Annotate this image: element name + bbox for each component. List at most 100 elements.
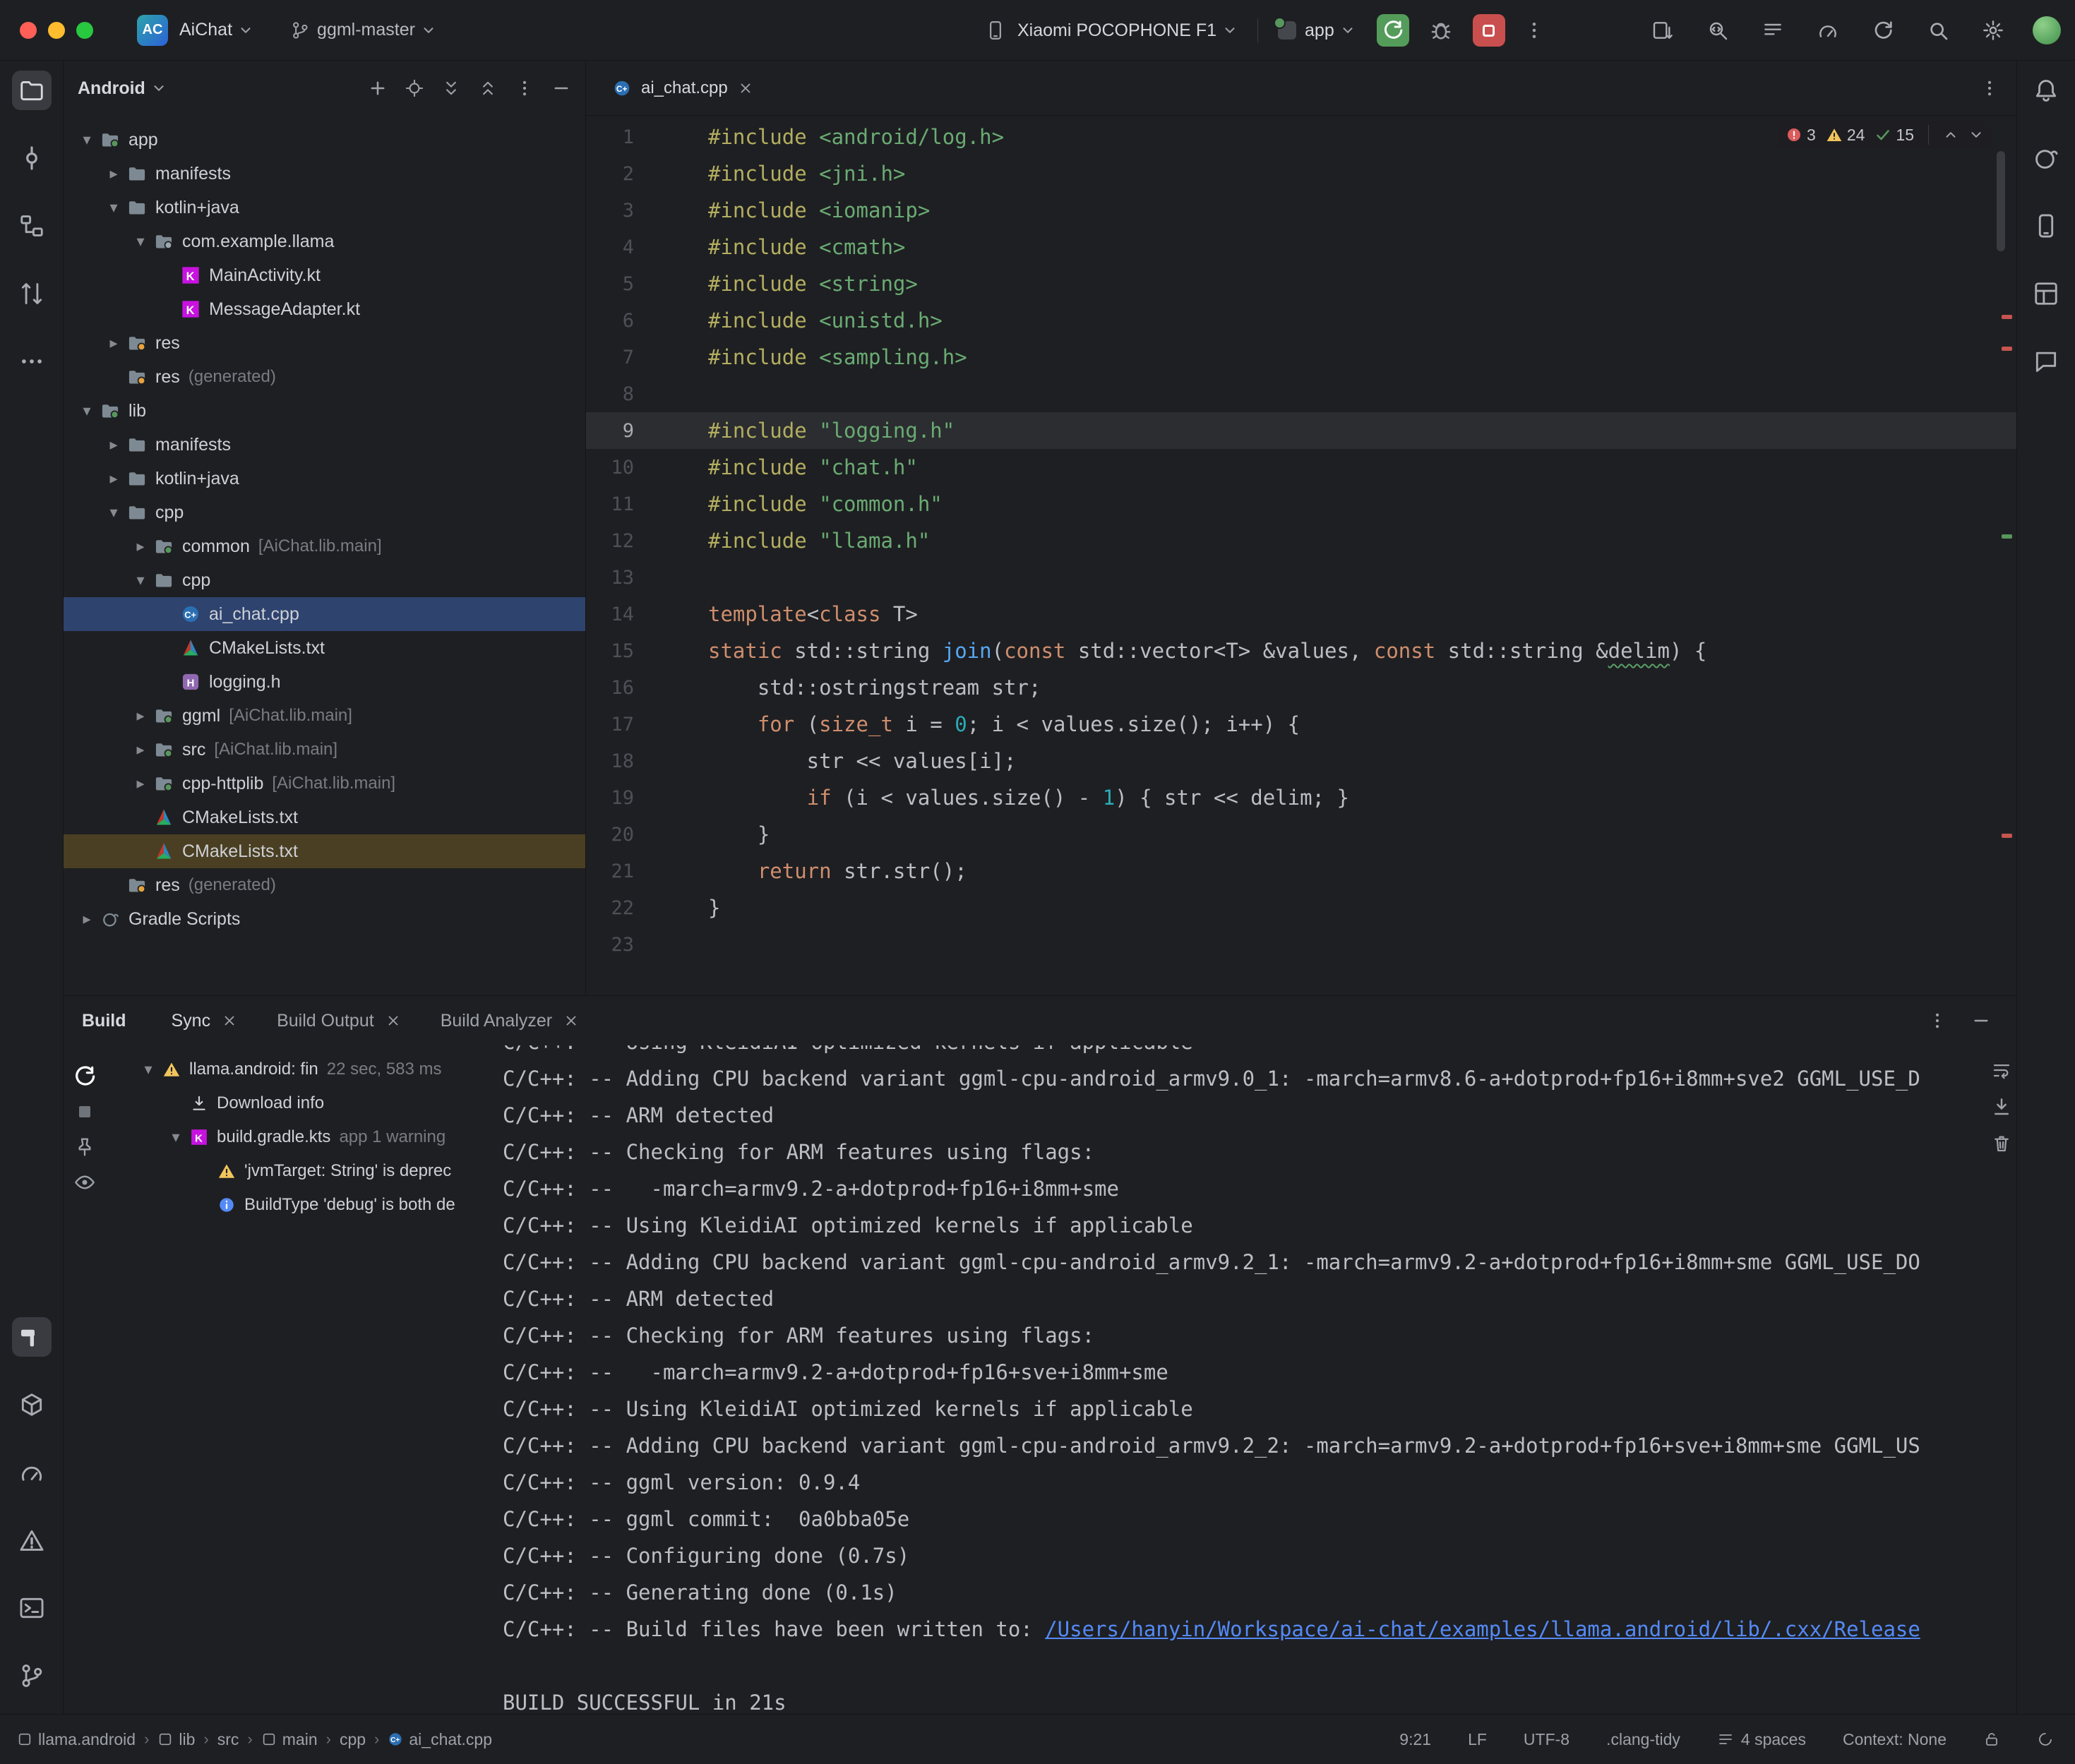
breadcrumb-item-cpp[interactable]: cpp (340, 1730, 366, 1749)
breadcrumb-item-main[interactable]: main (261, 1730, 318, 1749)
code-line-7[interactable]: 7#include <sampling.h> (586, 339, 2016, 376)
chevron-down-icon[interactable]: ▾ (127, 571, 154, 589)
layout-inspector-tool-button[interactable] (2026, 274, 2066, 313)
run-config-selector[interactable]: app (1278, 20, 1356, 41)
code-line-19[interactable]: 19 if (i < values.size() - 1) { str << d… (586, 779, 2016, 816)
stop-button[interactable] (1473, 14, 1505, 47)
debug-button[interactable] (1429, 18, 1453, 42)
error-stripe-mark[interactable] (2002, 834, 2012, 838)
tree-item-res[interactable]: res(generated) (64, 868, 585, 902)
line-number[interactable]: 13 (586, 567, 708, 589)
build-more-icon[interactable] (1927, 1011, 1947, 1031)
tree-item-src[interactable]: ▸src[AiChat.lib.main] (64, 733, 585, 767)
line-number[interactable]: 17 (586, 714, 708, 736)
project-selector[interactable]: AiChat (168, 20, 253, 40)
chevron-right-icon[interactable]: ▸ (73, 910, 100, 928)
close-tab-icon[interactable] (222, 1013, 237, 1028)
tree-item-cmakelists-txt[interactable]: CMakeLists.txt (64, 631, 585, 665)
tree-item-manifests[interactable]: ▸manifests (64, 428, 585, 462)
profiler-tool-button[interactable] (12, 1453, 52, 1492)
line-number[interactable]: 11 (586, 493, 708, 515)
tab-ai-chat-cpp[interactable]: C+ ai_chat.cpp (594, 61, 772, 116)
code-line-23[interactable]: 23 (586, 926, 2016, 963)
tree-item-mainactivity-kt[interactable]: KMainActivity.kt (64, 258, 585, 292)
line-number[interactable]: 7 (586, 347, 708, 368)
tree-item-cpp[interactable]: ▾cpp (64, 563, 585, 597)
breadcrumb-item-lib[interactable]: lib (157, 1730, 195, 1749)
tree-item-cpp-httplib[interactable]: ▸cpp-httplib[AiChat.lib.main] (64, 767, 585, 800)
error-stripe-mark[interactable] (2002, 347, 2012, 351)
line-number[interactable]: 3 (586, 200, 708, 222)
code-line-15[interactable]: 15static std::string join(const std::vec… (586, 632, 2016, 669)
more-actions-button[interactable] (1524, 20, 1545, 41)
prev-problem-icon[interactable] (1943, 127, 1959, 143)
dependencies-tool-button[interactable] (12, 1385, 52, 1424)
expand-all-icon[interactable] (441, 78, 461, 98)
chevron-right-icon[interactable]: ▸ (127, 740, 154, 759)
build-tab-sync[interactable]: Sync (172, 1011, 238, 1031)
line-number[interactable]: 22 (586, 897, 708, 919)
stop-icon[interactable] (73, 1100, 96, 1123)
chevron-right-icon[interactable]: ▸ (127, 707, 154, 725)
pull-requests-tool-button[interactable] (12, 274, 52, 313)
inspection-profile-widget[interactable]: .clang-tidy (1606, 1730, 1680, 1749)
minimize-window-button[interactable] (48, 22, 65, 39)
tree-item-app[interactable]: ▾app (64, 123, 585, 157)
sync-project-icon[interactable] (1872, 19, 1894, 42)
code-line-9[interactable]: 9#include "logging.h" (586, 412, 2016, 449)
context-widget[interactable]: Context: None (1843, 1730, 1947, 1749)
scroll-to-end-icon[interactable] (1991, 1096, 2012, 1117)
chevron-right-icon[interactable]: ▸ (100, 334, 127, 352)
project-view-selector[interactable]: Android (78, 78, 145, 99)
activity-indicator-icon[interactable] (2037, 1731, 2054, 1748)
close-tab-icon[interactable] (563, 1013, 579, 1028)
close-tab-icon[interactable] (738, 80, 753, 96)
line-number[interactable]: 14 (586, 604, 708, 625)
build-output-link[interactable]: /Users/hanyin/Workspace/ai-chat/examples… (1045, 1617, 1920, 1641)
code-editor[interactable]: 1#include <android/log.h>2#include <jni.… (586, 116, 2016, 963)
code-line-3[interactable]: 3#include <iomanip> (586, 192, 2016, 229)
chevron-down-icon[interactable]: ▾ (73, 131, 100, 149)
line-number[interactable]: 21 (586, 860, 708, 882)
next-problem-icon[interactable] (1968, 127, 1984, 143)
chevron-down-icon[interactable]: ▾ (162, 1128, 190, 1146)
line-number[interactable]: 23 (586, 934, 708, 956)
tree-item-kotlin-java[interactable]: ▾kotlin+java (64, 191, 585, 224)
tree-item-cpp[interactable]: ▾cpp (64, 496, 585, 529)
tree-item-manifests[interactable]: ▸manifests (64, 157, 585, 191)
breadcrumb-item-src[interactable]: src (217, 1730, 239, 1749)
chevron-right-icon[interactable]: ▸ (127, 774, 154, 793)
line-number[interactable]: 18 (586, 750, 708, 772)
code-line-6[interactable]: 6#include <unistd.h> (586, 302, 2016, 339)
build-tree-item[interactable]: BuildType 'debug' is both de (120, 1188, 501, 1222)
encoding-widget[interactable]: UTF-8 (1524, 1730, 1569, 1749)
build-panel-title[interactable]: Build (82, 1011, 126, 1031)
build-tree-item[interactable]: Download info (120, 1086, 501, 1120)
project-tool-button[interactable] (12, 71, 52, 110)
build-tree-item[interactable]: ▾llama.android: fin22 sec, 583 ms (120, 1052, 501, 1086)
branch-selector[interactable]: ggml-master (290, 20, 436, 40)
chevron-down-icon[interactable]: ▾ (100, 198, 127, 217)
chevron-down-icon[interactable]: ▾ (127, 232, 154, 251)
clear-all-icon[interactable] (1991, 1133, 2012, 1154)
build-tree-item[interactable]: ▾Kbuild.gradle.ktsapp 1 warning (120, 1120, 501, 1154)
show-warnings-icon[interactable] (73, 1171, 96, 1194)
rerun-icon[interactable] (73, 1065, 96, 1088)
tree-item-ggml[interactable]: ▸ggml[AiChat.lib.main] (64, 699, 585, 733)
hide-panel-icon[interactable] (551, 78, 571, 98)
code-line-10[interactable]: 10#include "chat.h" (586, 449, 2016, 486)
line-number[interactable]: 1 (586, 126, 708, 148)
line-number[interactable]: 5 (586, 273, 708, 295)
chevron-down-icon[interactable]: ▾ (134, 1060, 162, 1079)
device-mirror-icon[interactable] (1651, 19, 1674, 42)
inspections-widget[interactable]: 3 24 15 (1778, 121, 1991, 149)
build-tab-build-analyzer[interactable]: Build Analyzer (441, 1011, 579, 1031)
structure-tool-button[interactable] (12, 206, 52, 246)
settings-icon[interactable] (1982, 19, 2004, 42)
code-line-5[interactable]: 5#include <string> (586, 265, 2016, 302)
collapse-all-icon[interactable] (478, 78, 498, 98)
code-line-13[interactable]: 13 (586, 559, 2016, 596)
commit-tool-button[interactable] (12, 138, 52, 178)
close-window-button[interactable] (20, 22, 37, 39)
code-line-20[interactable]: 20 } (586, 816, 2016, 853)
